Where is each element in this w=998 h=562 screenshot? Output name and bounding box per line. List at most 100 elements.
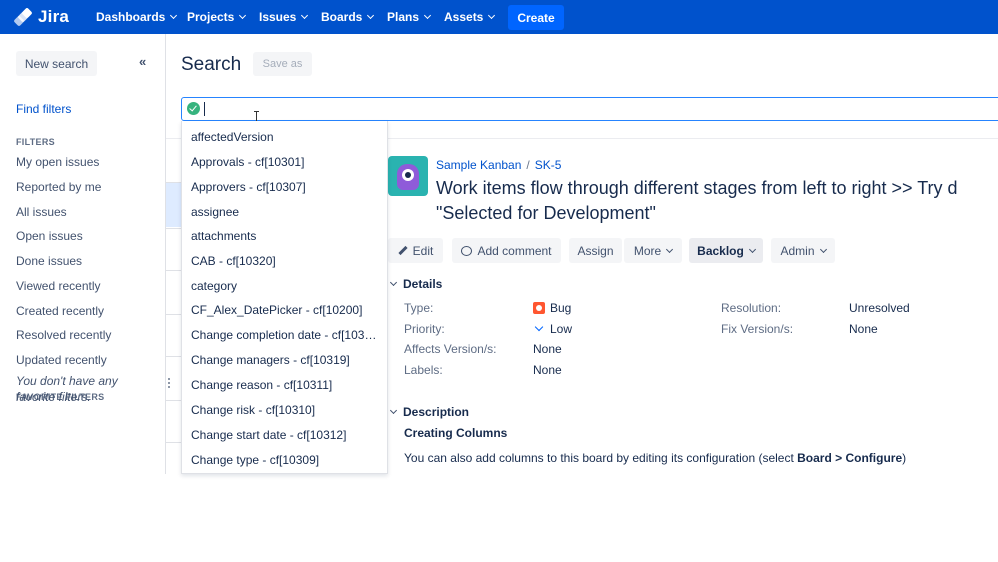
type-label: Type: (404, 301, 434, 315)
autocomplete-option[interactable]: attachments (191, 229, 381, 243)
breadcrumb-issue-key-link[interactable]: SK-5 (535, 158, 562, 172)
resolution-value: Unresolved (849, 301, 910, 315)
resize-handle-icon[interactable] (168, 378, 170, 390)
nav-projects[interactable]: Projects (187, 0, 247, 34)
chevron-down-icon (748, 245, 756, 253)
labels-label: Labels: (404, 363, 443, 377)
filters-sidebar: New search « Find filters FILTERS My ope… (0, 34, 166, 474)
edit-button[interactable]: Edit (388, 238, 443, 263)
filter-my-open-issues[interactable]: My open issues (16, 155, 99, 169)
details-section-toggle[interactable]: Details (389, 277, 442, 291)
edit-button-label: Edit (412, 243, 434, 258)
description-text-bold: Board > Configure (797, 451, 903, 465)
description-section-toggle[interactable]: Description (389, 405, 469, 419)
create-button[interactable]: Create (508, 5, 564, 30)
type-value: Bug (533, 301, 571, 315)
project-avatar[interactable] (388, 156, 428, 196)
autocomplete-option[interactable]: affectedVersion (191, 130, 381, 144)
nav-assets-label: Assets (444, 10, 484, 24)
admin-button-label: Admin (780, 243, 815, 258)
description-heading: Description (403, 405, 470, 419)
type-value-text: Bug (550, 301, 572, 315)
nav-boards[interactable]: Boards (321, 0, 375, 34)
autocomplete-option[interactable]: Change completion date - cf[10315] (191, 328, 379, 342)
add-comment-button[interactable]: Add comment (452, 238, 561, 263)
backlog-status-button[interactable]: Backlog (689, 238, 763, 263)
valid-query-check-icon (187, 102, 200, 115)
jira-logo-icon (13, 7, 34, 27)
labels-value: None (533, 363, 562, 377)
autocomplete-option[interactable]: Change reason - cf[10311] (191, 378, 381, 392)
comment-icon (461, 245, 473, 256)
jira-logo[interactable]: Jira (13, 7, 70, 27)
page-title: Search (181, 54, 242, 75)
selected-result-row[interactable] (166, 183, 182, 227)
backlog-button-label: Backlog (697, 243, 744, 258)
breadcrumb: Sample Kanban / SK-5 (436, 158, 562, 172)
autocomplete-option[interactable]: category (191, 279, 381, 293)
filter-all-issues[interactable]: All issues (16, 205, 67, 219)
issue-title[interactable]: Work items flow through different stages… (436, 176, 998, 226)
description-text-end: ) (902, 451, 907, 465)
autocomplete-option[interactable]: assignee (191, 205, 381, 219)
autocomplete-option[interactable]: Change managers - cf[10319] (191, 353, 381, 367)
nav-plans[interactable]: Plans (387, 0, 432, 34)
nav-dashboards[interactable]: Dashboards (96, 0, 178, 34)
collapse-sidebar-icon[interactable]: « (139, 54, 146, 69)
nav-assets[interactable]: Assets (444, 0, 496, 34)
autocomplete-option[interactable]: Approvals - cf[10301] (191, 155, 381, 169)
more-button[interactable]: More (624, 238, 682, 263)
filters-heading: FILTERS (16, 137, 55, 147)
autocomplete-option[interactable]: CAB - cf[10320] (191, 254, 381, 268)
autocomplete-option[interactable]: CF_Alex_DatePicker - cf[10200] (191, 303, 381, 317)
pencil-icon (398, 245, 408, 256)
details-heading: Details (403, 277, 443, 291)
chevron-down-icon (488, 11, 496, 20)
nav-plans-label: Plans (387, 10, 420, 24)
add-comment-label: Add comment (477, 243, 552, 258)
chevron-down-icon (819, 245, 827, 253)
resolution-label: Resolution: (721, 301, 782, 315)
autocomplete-option[interactable]: Change type - cf[10309] (191, 453, 381, 467)
save-as-button[interactable]: Save as (253, 52, 312, 76)
jql-autocomplete-dropdown: affectedVersion Approvals - cf[10301] Ap… (181, 121, 388, 474)
description-text: You can also add columns to this board b… (404, 451, 906, 465)
chevron-down-icon (423, 11, 432, 20)
priority-low-icon (534, 322, 544, 332)
filter-updated-recently[interactable]: Updated recently (16, 353, 107, 367)
chevron-down-icon (389, 278, 398, 287)
filter-done-issues[interactable]: Done issues (16, 254, 82, 268)
assign-button[interactable]: Assign (569, 238, 622, 263)
breadcrumb-project-link[interactable]: Sample Kanban (436, 158, 521, 172)
new-search-button[interactable]: New search (16, 51, 97, 76)
chevron-down-icon (170, 11, 178, 20)
autocomplete-option[interactable]: Change start date - cf[10312] (191, 428, 381, 442)
affects-version-value: None (533, 342, 562, 356)
filter-reported-by-me[interactable]: Reported by me (16, 180, 101, 194)
fix-version-label: Fix Version/s: (721, 322, 794, 336)
nav-issues[interactable]: Issues (259, 0, 309, 34)
nav-dashboards-label: Dashboards (96, 10, 166, 24)
filter-open-issues[interactable]: Open issues (16, 229, 83, 243)
issue-title-line-1: Work items flow through different stages… (436, 178, 958, 198)
autocomplete-option[interactable]: Approvers - cf[10307] (191, 180, 381, 194)
description-text-start: You can also add columns to this board b… (404, 451, 798, 465)
fix-version-value: None (849, 322, 878, 336)
filter-viewed-recently[interactable]: Viewed recently (16, 279, 101, 293)
top-navigation: Jira Dashboards Projects Issues Boards P… (0, 0, 998, 34)
favorite-filters-empty: You don't have any favorite filters. (16, 374, 118, 404)
admin-button[interactable]: Admin (771, 238, 835, 263)
find-filters-link[interactable]: Find filters (16, 102, 71, 116)
autocomplete-option[interactable]: Change risk - cf[10310] (191, 403, 381, 417)
jira-logo-text: Jira (38, 7, 70, 26)
chevron-down-icon (367, 11, 375, 20)
chevron-down-icon (239, 11, 247, 20)
priority-label: Priority: (404, 322, 445, 336)
filter-created-recently[interactable]: Created recently (16, 304, 104, 318)
filter-resolved-recently[interactable]: Resolved recently (16, 328, 111, 342)
priority-value: Low (533, 322, 572, 336)
description-title: Creating Columns (404, 426, 508, 440)
jql-search-input[interactable] (181, 97, 998, 121)
priority-value-text: Low (550, 322, 573, 336)
nav-issues-label: Issues (259, 10, 297, 24)
